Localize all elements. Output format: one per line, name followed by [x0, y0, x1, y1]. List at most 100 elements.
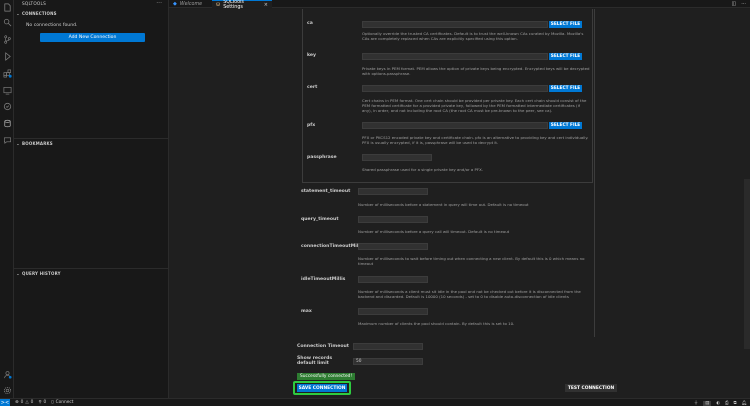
error-icon: ⊗ — [15, 400, 19, 405]
passphrase-input[interactable] — [362, 154, 432, 161]
layout-icon[interactable]: ▤ — [703, 400, 712, 406]
close-icon[interactable]: × — [264, 2, 268, 8]
save-connection-highlight: SAVE CONNECTION — [293, 381, 351, 395]
no-connections-text: No connections found. — [26, 23, 78, 28]
save-connection-button[interactable]: SAVE CONNECTION — [297, 384, 347, 392]
printer-icon[interactable]: ⎙ — [725, 401, 728, 406]
problems-indicator[interactable]: ⊗ 0 △ 0 — [15, 400, 33, 405]
connections-header-label: CONNECTIONS — [22, 10, 57, 16]
query-timeout-label: query_timeout — [301, 217, 339, 222]
more-actions-icon[interactable]: ··· — [156, 0, 162, 7]
connections-section-header[interactable]: ⌄ CONNECTIONS — [14, 9, 169, 17]
query-timeout-input[interactable] — [358, 216, 428, 223]
test-connection-button[interactable]: TEST CONNECTION — [565, 384, 617, 392]
max-description: Maximum number of clients the pool shoul… — [358, 321, 515, 326]
connect-label: Connect — [55, 400, 74, 405]
settings-editor: ca SELECT FILE Optionally override the t… — [169, 9, 750, 398]
warning-count: 0 — [30, 400, 34, 405]
source-control-icon[interactable] — [2, 34, 12, 44]
notifications-bell-icon[interactable]: 🔔︎ — [742, 401, 747, 406]
remote-indicator-icon[interactable]: >< — [0, 398, 10, 406]
query-timeout-description: Number of milliseconds before a query ca… — [358, 229, 510, 234]
idle-timeout-millis-label: idleTimeoutMillis — [301, 277, 346, 282]
ca-input[interactable] — [362, 21, 548, 28]
idle-timeout-millis-description: Number of milliseconds a client must sit… — [358, 289, 581, 299]
max-input[interactable] — [358, 308, 428, 315]
ca-label: ca — [307, 21, 313, 26]
key-description: Private keys in PEM format. PEM allows t… — [362, 66, 590, 76]
max-label: max — [301, 309, 312, 314]
account-icon[interactable] — [2, 369, 12, 379]
cert-label: cert — [307, 85, 318, 90]
cert-select-file-button[interactable]: SELECT FILE — [549, 85, 582, 92]
vscode-logo-icon: ◆ — [173, 1, 177, 7]
query-history-header-label: QUERY HISTORY — [22, 270, 61, 276]
tab-sqltools-settings[interactable]: ⛁ SQLTools Settings × — [212, 0, 272, 10]
show-records-limit-label: Show records default limit — [297, 356, 333, 366]
pfx-input[interactable] — [362, 122, 548, 129]
database-icon[interactable] — [2, 118, 12, 128]
show-records-limit-input[interactable]: 50 — [353, 358, 423, 365]
ports-icon: ⚲ — [38, 400, 42, 405]
chevron-down-icon: ⌄ — [16, 270, 20, 276]
passphrase-description: Shared passphrase used for a single priv… — [362, 167, 483, 172]
theme-icon[interactable]: ◐ — [716, 401, 720, 406]
explorer-icon[interactable] — [2, 2, 12, 12]
connect-status-item[interactable]: ▯ Connect — [51, 400, 73, 405]
cert-input[interactable] — [362, 85, 548, 92]
tab-welcome[interactable]: ◆ Welcome — [169, 0, 211, 8]
idle-timeout-millis-input[interactable] — [358, 276, 428, 283]
statement-timeout-label: statement_timeout — [301, 189, 351, 194]
connection-timeout-label: Connection Timeout — [297, 344, 349, 349]
editor-tab-bar: ◆ Welcome ⛁ SQLTools Settings × ◫ ··· — [169, 0, 750, 10]
ca-select-file-button[interactable]: SELECT FILE — [549, 21, 582, 28]
connection-timeout-input[interactable] — [353, 343, 423, 350]
ports-indicator[interactable]: ⚲ 0 — [38, 400, 46, 405]
ports-count: 0 — [43, 400, 47, 405]
connection-timeout-millis-input[interactable] — [358, 243, 428, 250]
statement-timeout-description: Number of milliseconds before a statemen… — [358, 202, 529, 207]
connection-timeout-millis-description: Number of milliseconds to wait before ti… — [358, 256, 585, 266]
chevron-down-icon: ⌄ — [16, 140, 20, 146]
editor-scrollbar[interactable] — [744, 179, 750, 349]
key-select-file-button[interactable]: SELECT FILE — [549, 53, 582, 60]
bookmarks-section-header[interactable]: ⌄ BOOKMARKS — [14, 139, 169, 147]
settings-gear-icon[interactable] — [2, 385, 12, 395]
editor-actions: ◫ ··· — [731, 0, 746, 8]
tab-welcome-label: Welcome — [179, 1, 203, 7]
broadcast-icon[interactable]: ⏚ — [694, 400, 698, 406]
statement-timeout-input[interactable] — [358, 188, 428, 195]
sidebar-title: SQLTOOLS — [22, 2, 47, 7]
key-input[interactable] — [362, 53, 548, 60]
run-debug-icon[interactable] — [2, 51, 12, 61]
more-actions-icon[interactable]: ··· — [741, 1, 746, 7]
error-count: 0 — [20, 400, 24, 405]
connection-timeout-millis-label: connectionTimeoutMillis — [301, 244, 365, 249]
cert-description: Cert chains in PEM format. One cert chai… — [362, 98, 587, 113]
key-label: key — [307, 53, 317, 58]
plug-icon: ▯ — [51, 400, 54, 405]
passphrase-label: passphrase — [307, 155, 337, 160]
add-new-connection-button[interactable]: Add New Connection — [40, 33, 145, 42]
split-editor-icon[interactable]: ◫ — [731, 1, 736, 7]
testing-icon[interactable] — [2, 101, 12, 111]
status-bar: >< ⊗ 0 △ 0 ⚲ 0 ▯ Connect ⏚ ▤ ◐ ⎙ ⧉ 🔔︎ — [0, 398, 750, 406]
connection-success-badge: Successfully connected! — [297, 373, 356, 380]
copy-icon[interactable]: ⧉ — [733, 401, 736, 406]
chevron-down-icon: ⌄ — [16, 10, 20, 16]
chat-icon[interactable] — [2, 135, 12, 145]
sqltools-sidebar: SQLTOOLS ··· ⌄ CONNECTIONS No connection… — [14, 0, 169, 398]
pfx-description: PFX or PKCS12 encoded private key and ce… — [362, 135, 589, 145]
search-icon[interactable] — [2, 17, 12, 27]
warning-icon: △ — [25, 400, 29, 405]
extensions-icon[interactable] — [2, 68, 12, 78]
ca-description: Optionally override the trusted CA certi… — [362, 31, 584, 41]
sqltools-icon: ⛁ — [216, 1, 221, 8]
status-bar-right: ⏚ ▤ ◐ ⎙ ⧉ 🔔︎ — [694, 399, 747, 406]
query-history-section-header[interactable]: ⌄ QUERY HISTORY — [14, 269, 169, 277]
pfx-select-file-button[interactable]: SELECT FILE — [549, 122, 582, 129]
bookmarks-header-label: BOOKMARKS — [22, 140, 53, 146]
activity-bar — [0, 0, 14, 398]
pfx-label: pfx — [307, 123, 316, 128]
remote-explorer-icon[interactable] — [2, 85, 12, 95]
